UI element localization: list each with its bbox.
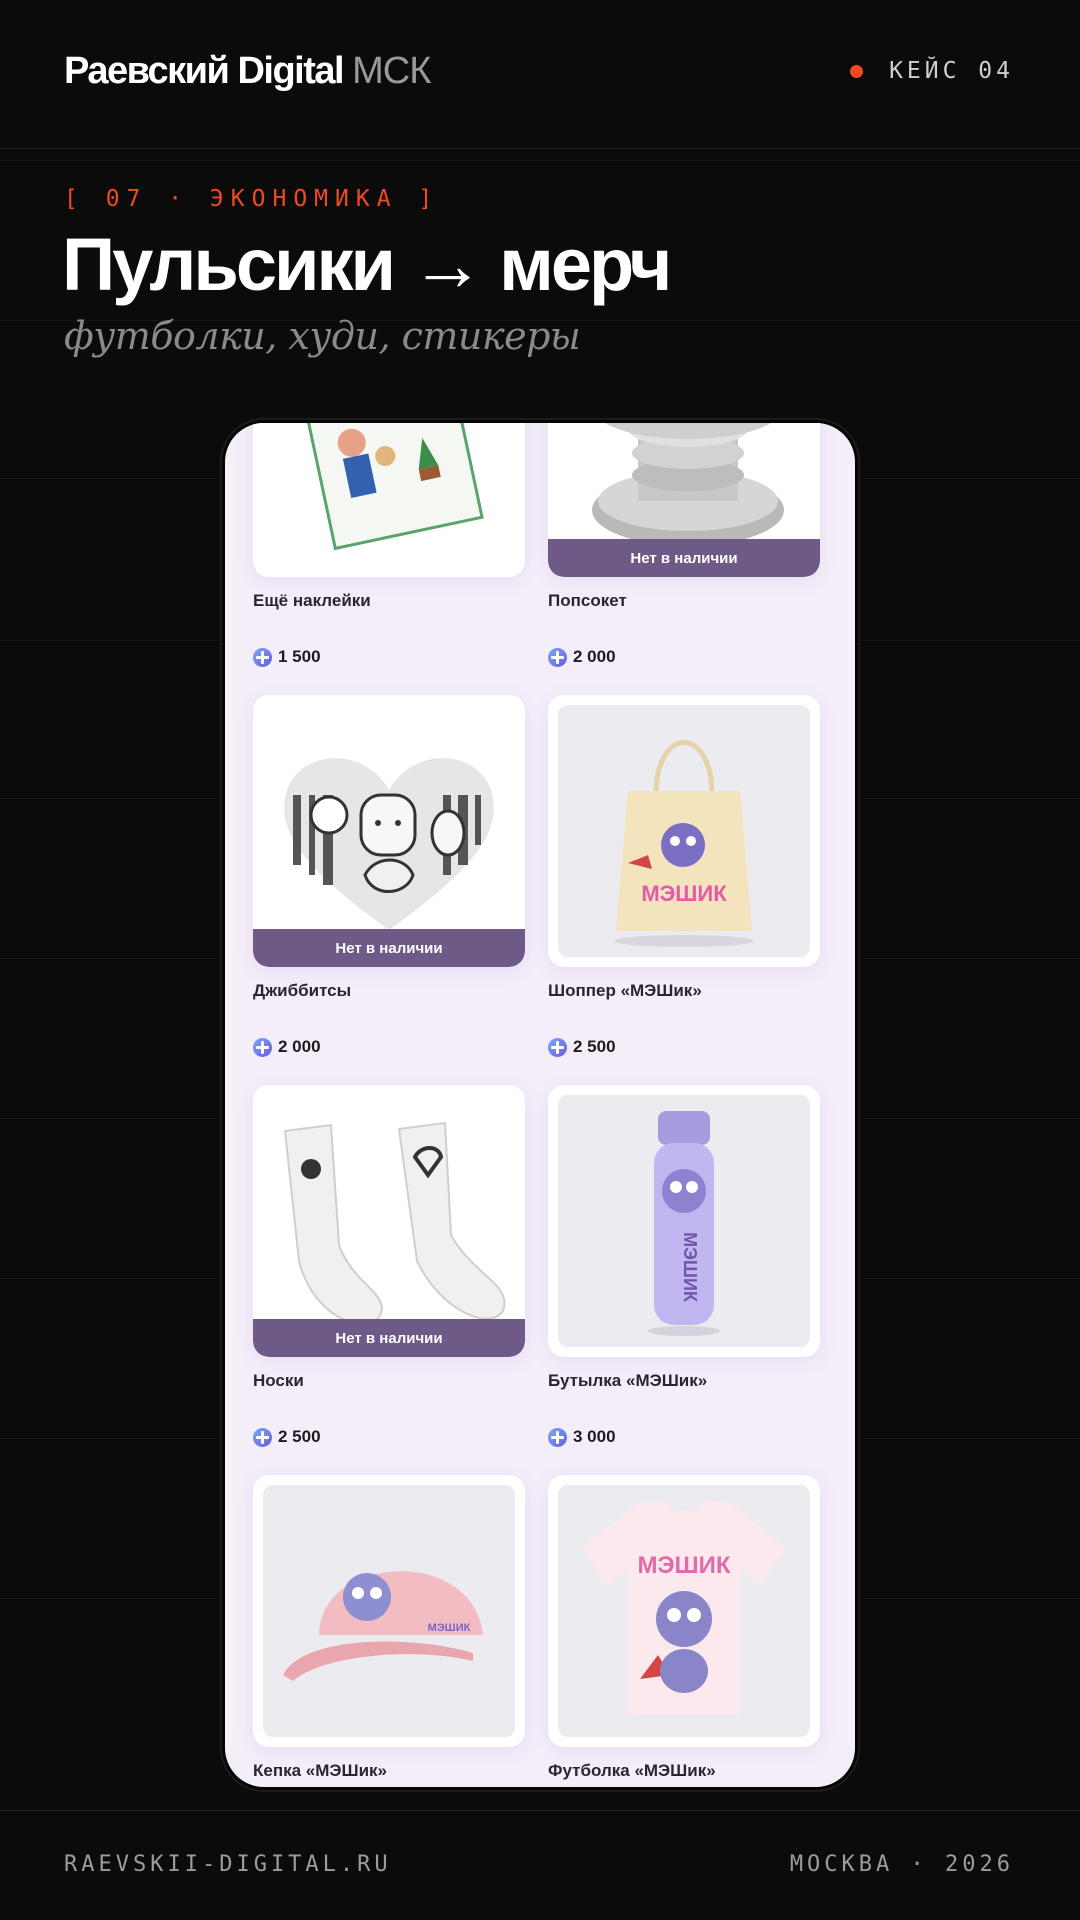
t-shirt-icon: МЭШИК	[558, 1485, 810, 1737]
pulse-coin-icon	[253, 647, 272, 667]
product-price: 2 500	[548, 1037, 820, 1057]
product-name: Бутылка «МЭШик»	[548, 1371, 708, 1390]
footer-location: МОСКВА · 2026	[789, 1852, 1014, 1877]
pulse-coin-icon	[548, 1037, 567, 1057]
product-image-popsocket[interactable]: Нет в наличии	[548, 423, 820, 577]
product-price: 2 500	[253, 1427, 525, 1447]
product-name: Футболка «МЭШик»	[548, 1761, 716, 1780]
tote-print-text: МЭШИК	[641, 881, 727, 906]
jibbitz-heart-icon	[253, 695, 525, 967]
product-card[interactable]: Нет в наличии Носки 2 500	[253, 1085, 525, 1447]
product-name: Кепка «МЭШик»	[253, 1761, 387, 1780]
bottle-print-text: МЭШИК	[680, 1232, 700, 1303]
brand-suffix: МСК	[352, 50, 431, 92]
product-price: 1 500	[253, 647, 525, 667]
pulse-coin-icon	[548, 647, 567, 667]
product-image-tote-bag[interactable]: МЭШИК	[548, 695, 820, 967]
product-card[interactable]: МЭШИК Шоппер «МЭШик» 2 500	[548, 695, 820, 1057]
t-shirt-print-text: МЭШИК	[637, 1552, 730, 1579]
socks-icon	[253, 1085, 525, 1357]
product-name: Шоппер «МЭШик»	[548, 981, 702, 1000]
product-image-t-shirt[interactable]: МЭШИК	[548, 1475, 820, 1747]
product-image-socks[interactable]: Нет в наличии	[253, 1085, 525, 1357]
out-of-stock-badge: Нет в наличии	[253, 1319, 525, 1357]
out-of-stock-badge: Нет в наличии	[253, 929, 525, 967]
product-name: Носки	[253, 1371, 304, 1390]
section-tag: [ 07 · ЭКОНОМИКА ]	[64, 186, 440, 212]
pulse-coin-icon	[253, 1427, 272, 1447]
product-name: Джиббитсы	[253, 981, 352, 1000]
product-price: 2 000	[253, 1037, 525, 1057]
bottle-icon: МЭШИК	[558, 1095, 810, 1347]
product-name: Ещё наклейки	[253, 591, 371, 610]
product-card[interactable]: МЭШИК Кепка «МЭШик»	[253, 1475, 525, 1781]
case-indicator: КЕЙС 04	[850, 58, 1014, 84]
phone-mockup: Ещё наклейки 1 500 Нет в наличии Попсоке…	[222, 420, 858, 1790]
price-value: 2 500	[278, 1427, 321, 1446]
product-image-cap[interactable]: МЭШИК	[253, 1475, 525, 1747]
product-name: Попсокет	[548, 591, 627, 610]
brand-name: Раевский Digital	[64, 50, 345, 92]
product-image-jibbitz[interactable]: Нет в наличии	[253, 695, 525, 967]
product-card[interactable]: Ещё наклейки 1 500	[253, 423, 525, 667]
product-card[interactable]: Нет в наличии Джиббитсы 2 000	[253, 695, 525, 1057]
price-value: 2 000	[278, 1037, 321, 1056]
brand-logo: Раевский Digital МСК	[64, 50, 431, 93]
price-value: 3 000	[573, 1427, 616, 1446]
cap-icon: МЭШИК	[263, 1485, 515, 1737]
tote-bag-icon: МЭШИК	[558, 705, 810, 957]
product-price: 2 000	[548, 647, 820, 667]
status-dot-icon	[850, 64, 864, 78]
footer-site[interactable]: RAEVSKII-DIGITAL.RU	[64, 1852, 392, 1877]
pulse-coin-icon	[253, 1037, 272, 1057]
product-card[interactable]: МЭШИК Футболка «МЭШик»	[548, 1475, 820, 1781]
product-price: 3 000	[548, 1427, 820, 1447]
sticker-sheet-icon	[253, 423, 525, 577]
cap-print-text: МЭШИК	[428, 1622, 471, 1634]
price-value: 1 500	[278, 647, 321, 666]
out-of-stock-badge: Нет в наличии	[548, 539, 820, 577]
price-value: 2 000	[573, 647, 616, 666]
pulse-coin-icon	[548, 1427, 567, 1447]
price-value: 2 500	[573, 1037, 616, 1056]
page-subtitle: футболки, худи, стикеры	[64, 314, 581, 358]
page-title: Пульсики → мерч	[62, 223, 672, 306]
product-card[interactable]: МЭШИК Бутылка «МЭШик» 3 000	[548, 1085, 820, 1447]
product-card[interactable]: Нет в наличии Попсокет 2 000	[548, 423, 820, 667]
product-image-bottle[interactable]: МЭШИК	[548, 1085, 820, 1357]
case-label: КЕЙС 04	[889, 58, 1014, 84]
product-image-stickers[interactable]	[253, 423, 525, 577]
